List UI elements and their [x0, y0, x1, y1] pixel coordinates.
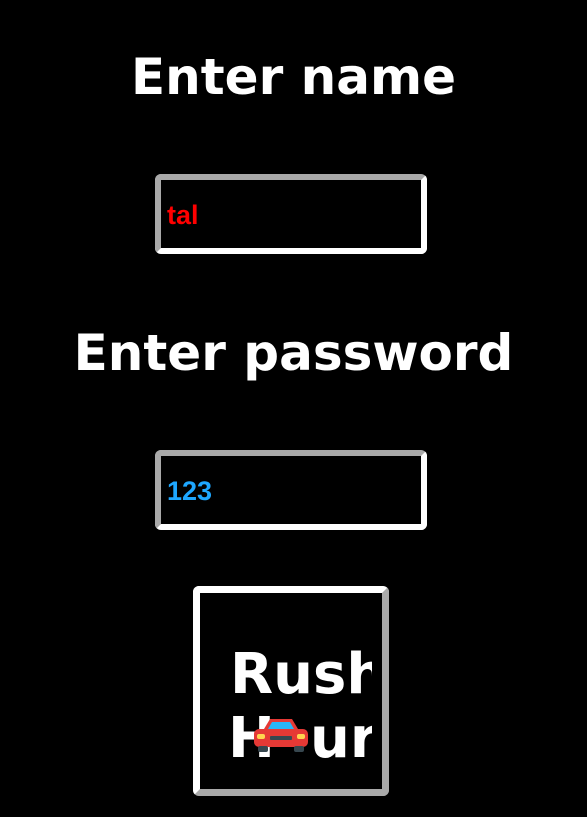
logo-text-ur: ur [310, 706, 372, 761]
logo-text-rush: Rush [230, 642, 372, 707]
rush-hour-start-button[interactable]: Rush H ur [193, 586, 389, 796]
name-input[interactable]: tal [155, 174, 427, 254]
name-heading: Enter name [131, 48, 456, 106]
password-input-value: 123 [167, 476, 213, 506]
rush-hour-logo: Rush H ur [228, 642, 372, 761]
login-screen: Enter name tal Enter password 123 Rush H [0, 0, 587, 817]
password-heading: Enter password [73, 324, 514, 382]
password-input[interactable]: 123 [155, 450, 427, 530]
name-input-value: tal [167, 200, 199, 230]
